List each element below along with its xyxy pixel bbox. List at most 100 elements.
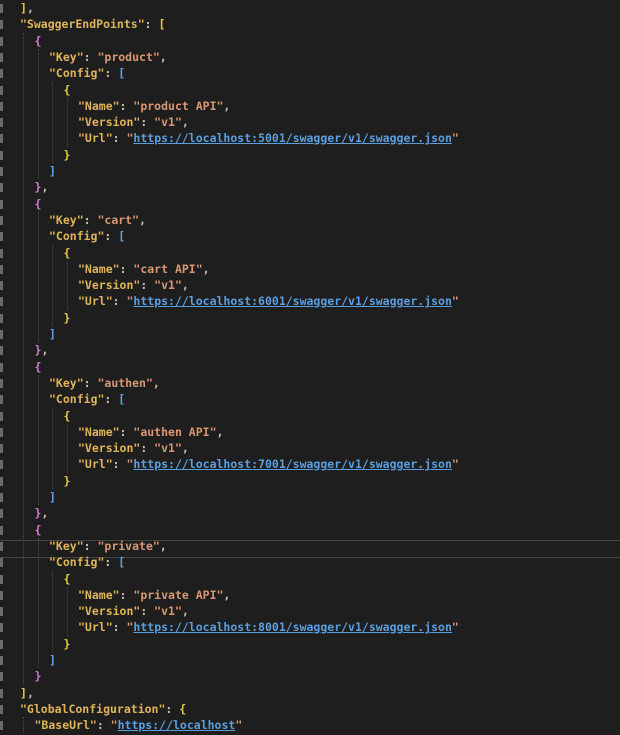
code-text: "Name": "authen API", xyxy=(78,424,223,440)
code-line[interactable]: { xyxy=(0,408,620,424)
code-token: "v1" xyxy=(154,115,182,130)
code-token: "private" xyxy=(97,538,160,553)
code-line[interactable]: ] xyxy=(0,652,620,668)
url-link[interactable]: https://localhost:6001/swagger/v1/swagge… xyxy=(133,294,452,308)
url-link[interactable]: https://localhost:7001/swagger/v1/swagge… xyxy=(133,457,452,471)
code-line[interactable]: "Key": "authen", xyxy=(0,375,620,391)
code-line[interactable]: "Name": "private API", xyxy=(0,587,620,603)
code-line[interactable]: "SwaggerEndPoints": [ xyxy=(0,16,620,32)
code-line[interactable]: ] xyxy=(0,163,620,179)
code-token: : xyxy=(119,98,134,113)
code-token: : xyxy=(83,375,98,390)
code-token: , xyxy=(26,1,34,15)
gutter-marker xyxy=(0,264,3,274)
code-line[interactable]: "Key": "product", xyxy=(0,49,620,65)
code-line[interactable]: } xyxy=(0,636,620,652)
url-link[interactable]: https://localhost:8001/swagger/v1/swagge… xyxy=(133,620,452,634)
code-token: "Name" xyxy=(78,261,120,276)
code-line[interactable]: { xyxy=(0,245,620,261)
code-token: "private API" xyxy=(133,587,224,602)
code-line[interactable]: ], xyxy=(0,685,620,701)
code-editor[interactable]: ], "SwaggerEndPoints": [{"Key": "product"… xyxy=(0,0,620,735)
code-line[interactable]: "Config": [ xyxy=(0,65,620,81)
code-token: "Config" xyxy=(49,392,105,407)
code-token: "Url" xyxy=(78,457,113,472)
code-line[interactable]: "Name": "product API", xyxy=(0,98,620,114)
code-line[interactable]: "Url": "https://localhost:8001/swagger/v… xyxy=(0,619,620,635)
code-token: : xyxy=(104,555,119,570)
code-line[interactable]: ], xyxy=(0,0,620,16)
code-text: }, xyxy=(35,342,49,358)
code-line[interactable]: { xyxy=(0,522,620,538)
code-line[interactable]: "BaseUrl": "https://localhost" xyxy=(0,717,620,733)
code-text: "Config": [ xyxy=(49,65,125,81)
code-line[interactable]: }, xyxy=(0,179,620,195)
code-line[interactable]: "Config": [ xyxy=(0,228,620,244)
code-line[interactable]: "Url": "https://localhost:5001/swagger/v… xyxy=(0,130,620,146)
code-token: "v1" xyxy=(154,604,182,619)
code-line[interactable]: { xyxy=(0,571,620,587)
code-token: "Version" xyxy=(78,115,141,130)
code-token: " xyxy=(110,718,118,733)
code-token: { xyxy=(34,33,42,48)
code-line[interactable]: "GlobalConfiguration": { xyxy=(0,701,620,717)
code-text: ], xyxy=(20,685,34,701)
gutter-marker xyxy=(0,427,3,437)
code-token: : xyxy=(144,17,159,32)
code-line[interactable]: "Name": "authen API", xyxy=(0,424,620,440)
code-token: , xyxy=(223,587,231,602)
code-token: : xyxy=(83,538,98,553)
code-token: , xyxy=(181,115,189,130)
code-line[interactable]: }, xyxy=(0,342,620,358)
code-line[interactable]: } xyxy=(0,473,620,489)
code-token: "product API" xyxy=(133,98,224,113)
code-line[interactable]: ] xyxy=(0,489,620,505)
code-line[interactable]: "Config": [ xyxy=(0,554,620,570)
code-token: "Url" xyxy=(78,294,113,309)
code-token: " xyxy=(451,620,459,635)
code-line[interactable]: "Config": [ xyxy=(0,391,620,407)
gutter-marker xyxy=(0,721,3,731)
code-token: { xyxy=(34,359,42,374)
url-link[interactable]: https://localhost xyxy=(118,718,236,732)
code-line[interactable]: "Key": "private", xyxy=(0,538,620,554)
code-line[interactable]: } xyxy=(0,310,620,326)
code-line[interactable]: "Key": "cart", xyxy=(0,212,620,228)
gutter-marker xyxy=(0,411,3,421)
code-line[interactable]: { xyxy=(0,196,620,212)
code-line[interactable]: { xyxy=(0,82,620,98)
code-text: { xyxy=(64,245,71,261)
code-text: } xyxy=(64,636,71,652)
code-line[interactable]: "Version": "v1", xyxy=(0,114,620,130)
code-token: "cart" xyxy=(97,212,140,227)
code-line[interactable]: { xyxy=(0,359,620,375)
code-line[interactable]: "Version": "v1", xyxy=(0,603,620,619)
gutter-marker xyxy=(0,656,3,665)
code-text: ] xyxy=(49,489,56,505)
code-line[interactable]: } xyxy=(0,147,620,163)
code-token: : xyxy=(140,604,155,619)
gutter-marker xyxy=(0,362,3,372)
code-line[interactable]: ] xyxy=(0,326,620,342)
code-line[interactable]: { xyxy=(0,33,620,49)
code-token: , xyxy=(181,604,189,619)
code-line[interactable]: } xyxy=(0,668,620,684)
code-token: "product" xyxy=(97,49,160,64)
code-line[interactable]: "Url": "https://localhost:6001/swagger/v… xyxy=(0,293,620,309)
gutter-marker xyxy=(0,281,3,291)
url-link[interactable]: https://localhost:5001/swagger/v1/swagge… xyxy=(133,131,452,145)
code-token: } xyxy=(63,310,71,325)
code-line[interactable]: "Version": "v1", xyxy=(0,440,620,456)
code-line[interactable]: "Name": "cart API", xyxy=(0,261,620,277)
code-token: , xyxy=(159,538,167,553)
code-token: : xyxy=(83,212,98,227)
code-token: , xyxy=(181,278,189,293)
code-line[interactable]: }, xyxy=(0,505,620,521)
gutter-marker xyxy=(0,232,3,242)
code-text: "Key": "private", xyxy=(49,538,167,554)
code-token: : xyxy=(119,587,134,602)
code-line[interactable]: "Url": "https://localhost:7001/swagger/v… xyxy=(0,456,620,472)
code-line[interactable]: "Version": "v1", xyxy=(0,277,620,293)
code-text: "Config": [ xyxy=(49,228,125,244)
code-text: ], xyxy=(20,0,34,16)
